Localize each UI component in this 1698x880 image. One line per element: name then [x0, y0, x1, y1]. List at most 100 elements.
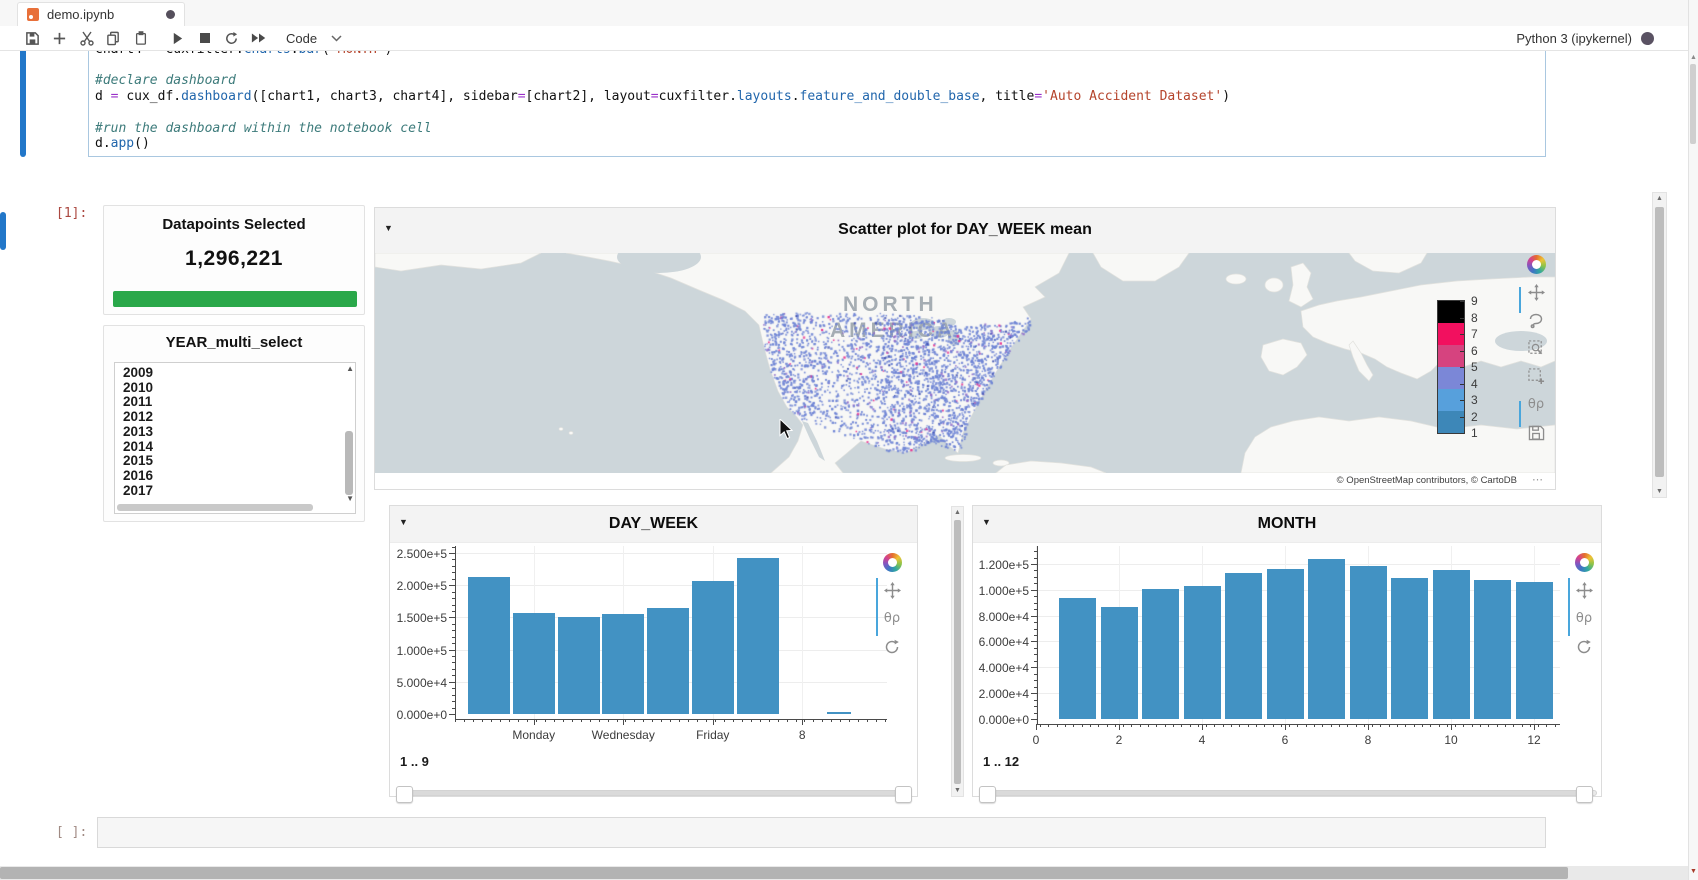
- empty-code-cell[interactable]: [97, 817, 1546, 848]
- listbox-scroll-up-icon[interactable]: ▲: [346, 364, 354, 373]
- reset-tool-icon[interactable]: [882, 637, 902, 656]
- window-vertical-scrollbar[interactable]: ▲ ▼: [1688, 0, 1698, 880]
- x-minor-tick: [1472, 724, 1473, 727]
- year-option[interactable]: 2017: [115, 484, 343, 499]
- unsaved-changes-dot[interactable]: [166, 10, 175, 19]
- bar[interactable]: [1225, 573, 1262, 719]
- cut-cell-button[interactable]: [73, 28, 100, 48]
- bar[interactable]: [513, 613, 555, 714]
- box-zoom-tool-icon[interactable]: [1526, 339, 1546, 358]
- pan-tool-icon[interactable]: [1526, 283, 1546, 302]
- bokeh-logo-icon[interactable]: [1527, 255, 1546, 274]
- scroll-up-icon[interactable]: ▲: [1653, 195, 1666, 202]
- collapse-caret-icon[interactable]: ▼: [399, 517, 408, 527]
- partial-bar[interactable]: [827, 712, 852, 714]
- save-plot-tool-icon[interactable]: [1526, 423, 1546, 442]
- restart-kernel-button[interactable]: [218, 28, 245, 48]
- range-slider-fill: [987, 791, 1584, 795]
- scroll-down-icon[interactable]: ▼: [1690, 868, 1697, 875]
- inspect-tool-icon[interactable]: θρ: [1574, 609, 1594, 628]
- code-cell[interactable]: chart4 = cuxfilter.charts.bar('MONTH') #…: [88, 36, 1546, 157]
- inspect-tool-icon[interactable]: θρ: [882, 609, 902, 628]
- bar[interactable]: [1433, 570, 1470, 719]
- stop-kernel-button[interactable]: [191, 28, 218, 48]
- map-row-scrollbar[interactable]: ▲ ▼: [1652, 192, 1667, 498]
- range-slider-handle-left[interactable]: [979, 786, 996, 803]
- year-option[interactable]: 2012: [115, 410, 343, 425]
- run-cell-button[interactable]: [164, 28, 191, 48]
- y-axis-line: [455, 546, 456, 719]
- output-collapser[interactable]: [0, 212, 6, 250]
- bar[interactable]: [692, 581, 734, 714]
- scrollbar-thumb[interactable]: [0, 867, 1568, 879]
- window-horizontal-scrollbar[interactable]: [0, 866, 1689, 880]
- x-minor-tick: [1165, 724, 1166, 727]
- year-multiselect-listbox[interactable]: ▲ ▼ 200920102011201220132014201520162017: [114, 362, 356, 514]
- cell-type-dropdown[interactable]: Code: [286, 31, 342, 46]
- copy-cell-button[interactable]: [100, 28, 127, 48]
- active-cell-indicator[interactable]: [20, 36, 26, 157]
- year-option[interactable]: 2014: [115, 440, 343, 455]
- listbox-scrollbar-thumb[interactable]: [345, 431, 353, 495]
- code-editor[interactable]: chart4 = cuxfilter.charts.bar('MONTH') #…: [95, 42, 1541, 154]
- bar[interactable]: [1308, 559, 1345, 719]
- year-option[interactable]: 2016: [115, 469, 343, 484]
- year-option[interactable]: 2011: [115, 395, 343, 410]
- bar[interactable]: [1391, 578, 1428, 719]
- year-option[interactable]: 2010: [115, 381, 343, 396]
- kernel-indicator[interactable]: Python 3 (ipykernel): [1516, 31, 1654, 46]
- scrollbar-thumb[interactable]: [954, 520, 961, 784]
- bar[interactable]: [1059, 598, 1096, 719]
- scrollbar-thumb[interactable]: [1690, 64, 1696, 144]
- range-slider-handle-right[interactable]: [1576, 786, 1593, 803]
- collapse-caret-icon[interactable]: ▼: [384, 223, 393, 233]
- bar[interactable]: [1184, 586, 1221, 719]
- bar[interactable]: [1101, 607, 1138, 719]
- bar[interactable]: [602, 614, 644, 714]
- charts-row-scrollbar[interactable]: ▲ ▼: [951, 506, 964, 797]
- year-option[interactable]: 2015: [115, 454, 343, 469]
- listbox-scroll-down-icon[interactable]: ▼: [346, 494, 354, 503]
- bokeh-logo-icon[interactable]: [883, 553, 902, 572]
- year-option[interactable]: 2013: [115, 425, 343, 440]
- bar[interactable]: [1350, 566, 1387, 719]
- restart-run-all-button[interactable]: [245, 28, 272, 48]
- y-tick: [449, 714, 455, 715]
- scroll-down-icon[interactable]: ▼: [1653, 488, 1666, 495]
- pan-tool-icon[interactable]: [882, 581, 902, 600]
- inspect-tool-icon[interactable]: θρ: [1526, 395, 1546, 414]
- lasso-select-tool-icon[interactable]: [1526, 311, 1546, 330]
- bokeh-logo-icon[interactable]: [1575, 553, 1594, 572]
- tab-demo-ipynb[interactable]: demo.ipynb: [17, 2, 185, 26]
- toolbar-overflow-icon[interactable]: ⋯: [1532, 477, 1543, 483]
- add-cell-button[interactable]: [46, 28, 73, 48]
- scroll-up-icon[interactable]: ▲: [952, 509, 963, 516]
- listbox-hscrollbar-thumb[interactable]: [117, 504, 313, 511]
- range-slider-handle-left[interactable]: [396, 786, 413, 803]
- box-select-tool-icon[interactable]: [1526, 367, 1546, 386]
- year-option[interactable]: 2009: [115, 366, 343, 381]
- scroll-down-icon[interactable]: ▼: [952, 787, 963, 794]
- paste-cell-button[interactable]: [127, 28, 154, 48]
- range-slider-handle-right[interactable]: [895, 786, 912, 803]
- x-minor-tick: [617, 719, 618, 722]
- scroll-up-icon[interactable]: ▲: [1690, 54, 1697, 61]
- scrollbar-thumb[interactable]: [1655, 207, 1664, 477]
- bar[interactable]: [647, 608, 689, 714]
- bar[interactable]: [1267, 569, 1304, 719]
- bar[interactable]: [1474, 580, 1511, 719]
- reset-tool-icon[interactable]: [1574, 637, 1594, 656]
- bar[interactable]: [737, 558, 779, 714]
- pan-tool-icon[interactable]: [1574, 581, 1594, 600]
- month-chart-panel: ▼ MONTH 1 .. 12 0.000e+02.000e+44.000e+4…: [972, 505, 1602, 797]
- x-minor-tick: [1497, 724, 1498, 727]
- bar[interactable]: [558, 617, 600, 714]
- save-button[interactable]: [19, 28, 46, 48]
- datapoints-value: 1,296,221: [104, 247, 364, 271]
- scatter-points-layer[interactable]: [375, 253, 1555, 473]
- map-plot-area[interactable]: NORTH AMERICA θρ: [375, 253, 1555, 473]
- bar[interactable]: [1142, 589, 1179, 719]
- collapse-caret-icon[interactable]: ▼: [982, 517, 991, 527]
- bar[interactable]: [1516, 582, 1553, 719]
- bar[interactable]: [468, 577, 510, 714]
